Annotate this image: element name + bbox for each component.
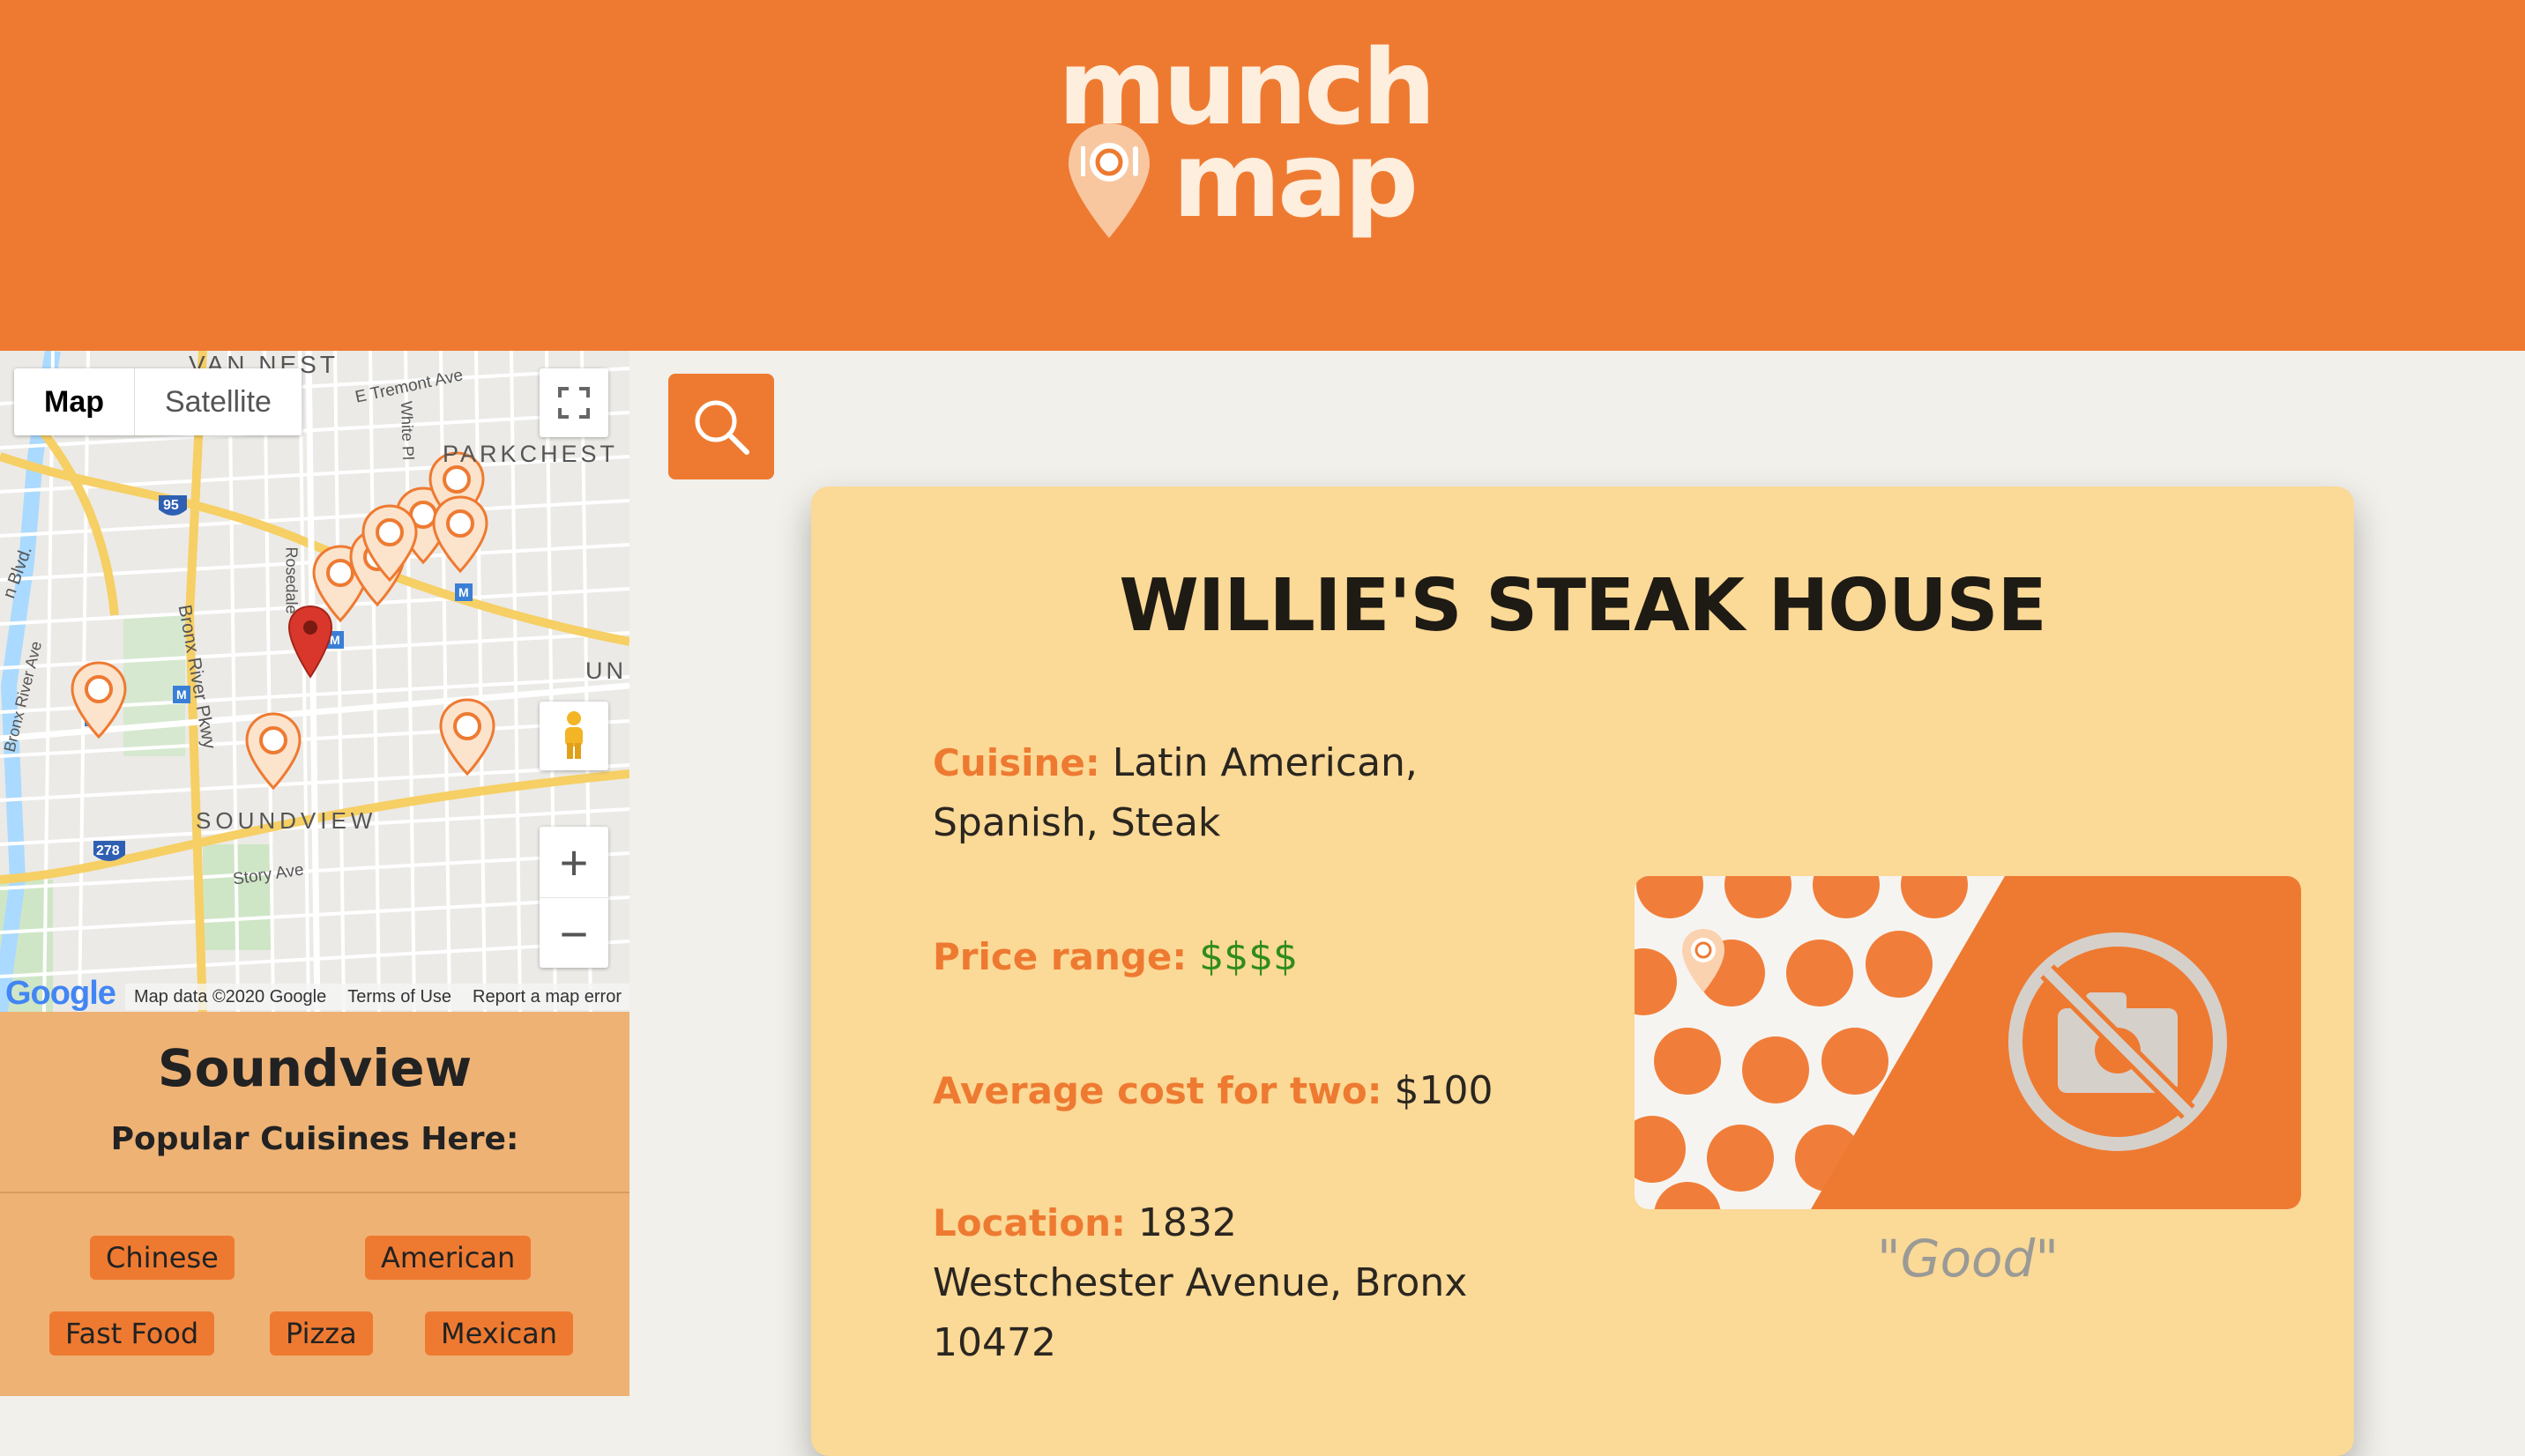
highway-95-shield: 95 — [163, 498, 179, 513]
zoom-out-button[interactable]: − — [540, 898, 608, 969]
cost-info: Average cost for two: $100 — [933, 1061, 1603, 1121]
site-header: munch map — [0, 0, 2525, 351]
zoom-control: + − — [540, 827, 608, 968]
search-button[interactable] — [668, 374, 774, 479]
search-icon — [695, 400, 749, 455]
report-error-link[interactable]: Report a map error — [473, 984, 622, 1010]
cost-label: Average cost for two: — [933, 1069, 1382, 1112]
logo-pin-icon — [1069, 123, 1150, 238]
price-label: Price range: — [933, 935, 1188, 978]
no-photo-image — [1635, 876, 2301, 1209]
munch-map-logo[interactable]: munch map — [1049, 35, 1481, 247]
map-type-control: Map Satellite — [14, 368, 302, 435]
popular-cuisines-heading: Popular Cuisines Here: — [110, 1121, 519, 1157]
zoom-in-button[interactable]: + — [540, 827, 608, 898]
cuisine-tag-american[interactable]: American — [365, 1236, 532, 1280]
neighborhood-name: Soundview — [157, 1038, 473, 1098]
location-label: Location: — [933, 1201, 1126, 1244]
logo-word-map: map — [1173, 119, 1419, 241]
terms-link[interactable]: Terms of Use — [347, 984, 451, 1010]
restaurant-photo-placeholder — [1635, 876, 2301, 1209]
map-type-map-button[interactable]: Map — [14, 368, 135, 435]
cuisine-info: Cuisine: Latin American, Spanish, Steak — [933, 733, 1497, 853]
price-value: $$$$ — [1199, 934, 1299, 979]
map-attribution: Google Map data ©2020 Google Terms of Us… — [0, 975, 629, 1012]
map-type-satellite-button[interactable]: Satellite — [135, 368, 302, 435]
map-label-white-plains: White Pl — [397, 400, 418, 461]
svg-text:M: M — [458, 585, 469, 599]
restaurant-rating: "Good" — [1876, 1229, 2059, 1289]
cost-value: $100 — [1394, 1068, 1493, 1113]
map-label-soundview: SOUNDVIEW — [196, 807, 377, 834]
restaurant-name: WILLIE'S STEAK HOUSE — [1119, 564, 2046, 648]
map-label-rosedale: Rosedale — [282, 546, 301, 614]
map-label-parkchester: PARKCHEST — [443, 441, 619, 467]
cuisine-label: Cuisine: — [933, 741, 1100, 784]
neighborhood-panel: Soundview Popular Cuisines Here: Chinese… — [0, 1012, 629, 1396]
street-view-button[interactable] — [540, 702, 608, 770]
restaurant-card: WILLIE'S STEAK HOUSE Cuisine: Latin Amer… — [811, 487, 2354, 1456]
fullscreen-icon — [558, 387, 590, 419]
pegman-icon — [565, 711, 583, 759]
cuisine-tag-mexican[interactable]: Mexican — [425, 1311, 574, 1356]
svg-text:M: M — [176, 687, 187, 702]
cuisine-tag-pizza[interactable]: Pizza — [270, 1311, 373, 1356]
panel-divider — [0, 1192, 629, 1193]
fullscreen-button[interactable] — [540, 368, 608, 437]
location-info: Location: 1832 Westchester Avenue, Bronx… — [933, 1193, 1479, 1373]
google-logo[interactable]: Google — [5, 975, 116, 1012]
cuisine-tag-chinese[interactable]: Chinese — [90, 1236, 235, 1280]
highway-278-shield: 278 — [96, 843, 120, 858]
price-info: Price range: $$$$ — [933, 927, 1497, 987]
neighborhood-map[interactable]: M M M M 95 278 VAN N — [0, 351, 629, 1012]
map-data-text: Map data ©2020 Google — [134, 987, 327, 1007]
cuisine-tag-fast-food[interactable]: Fast Food — [49, 1311, 215, 1356]
map-label-un: UN — [585, 657, 627, 684]
